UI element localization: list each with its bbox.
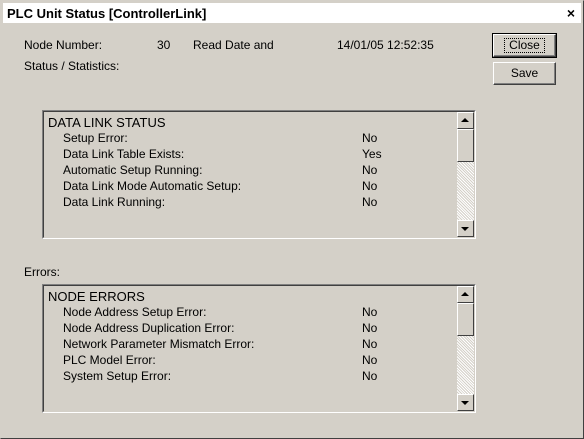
errors-list-title: NODE ERRORS (48, 289, 145, 304)
list-item-label: Network Parameter Mismatch Error: (63, 337, 255, 351)
arrow-up-icon (461, 292, 469, 296)
plc-unit-status-dialog: PLC Unit Status [ControllerLink] × Node … (0, 0, 584, 439)
list-item: Setup Error: No (63, 131, 443, 147)
scroll-up-button[interactable] (457, 112, 474, 129)
list-item: Automatic Setup Running: No (63, 163, 443, 179)
list-item-value: No (362, 321, 378, 335)
scroll-thumb[interactable] (457, 303, 474, 336)
read-date-value: 14/01/05 12:52:35 (337, 38, 434, 52)
status-listbox[interactable]: DATA LINK STATUS Setup Error: No Data Link… (42, 110, 476, 239)
title-bar[interactable]: PLC Unit Status [ControllerLink] × (3, 3, 581, 23)
arrow-up-icon (461, 118, 469, 122)
arrow-down-icon (461, 227, 469, 231)
status-statistics-label: Status / Statistics: (24, 59, 120, 73)
list-item: System Setup Error: No (63, 369, 443, 385)
close-icon[interactable]: × (563, 5, 579, 21)
node-number-label: Node Number: (24, 38, 103, 52)
list-item: Node Address Setup Error: No (63, 305, 443, 321)
node-number-value: 30 (157, 38, 171, 52)
errors-listbox-content: NODE ERRORS Node Address Setup Error: No N… (43, 285, 475, 412)
close-button[interactable]: Close (492, 33, 557, 58)
list-item-value: No (362, 131, 378, 145)
list-item: Network Parameter Mismatch Error: No (63, 337, 443, 353)
status-listbox-content: DATA LINK STATUS Setup Error: No Data Link… (43, 111, 475, 238)
list-item-value: No (362, 353, 378, 367)
list-item-value: No (362, 369, 378, 383)
list-item-label: Setup Error: (63, 131, 128, 145)
save-button-label: Save (510, 66, 539, 80)
arrow-down-icon (461, 401, 469, 405)
list-item-label: Node Address Duplication Error: (63, 321, 235, 335)
list-item: Data Link Running: No (63, 195, 443, 211)
list-item-value: No (362, 305, 378, 319)
list-item-value: No (362, 179, 378, 193)
list-item-label: Data Link Mode Automatic Setup: (63, 179, 242, 193)
status-list-title: DATA LINK STATUS (48, 115, 166, 130)
close-button-label: Close (504, 38, 545, 53)
window-title: PLC Unit Status [ControllerLink] (7, 6, 207, 21)
list-item: Data Link Table Exists: Yes (63, 147, 443, 163)
scroll-up-button[interactable] (457, 286, 474, 303)
list-item-value: No (362, 337, 378, 351)
scroll-down-button[interactable] (457, 220, 474, 237)
read-date-label: Read Date and (193, 38, 274, 52)
scroll-down-button[interactable] (457, 394, 474, 411)
list-item-label: System Setup Error: (63, 369, 172, 383)
list-item-label: Data Link Running: (63, 195, 166, 209)
list-item-label: Data Link Table Exists: (63, 147, 185, 161)
list-item-label: Automatic Setup Running: (63, 163, 203, 177)
scroll-thumb[interactable] (457, 129, 474, 162)
list-item: Data Link Mode Automatic Setup: No (63, 179, 443, 195)
list-item: Node Address Duplication Error: No (63, 321, 443, 337)
save-button[interactable]: Save (493, 62, 556, 85)
status-scrollbar[interactable] (457, 112, 474, 237)
errors-scrollbar[interactable] (457, 286, 474, 411)
list-item-value: Yes (362, 147, 382, 161)
list-item-label: Node Address Setup Error: (63, 305, 207, 319)
errors-label: Errors: (24, 265, 60, 279)
list-item-value: No (362, 163, 378, 177)
list-item-value: No (362, 195, 378, 209)
errors-listbox[interactable]: NODE ERRORS Node Address Setup Error: No N… (42, 284, 476, 413)
list-item-label: PLC Model Error: (63, 353, 156, 367)
list-item: PLC Model Error: No (63, 353, 443, 369)
